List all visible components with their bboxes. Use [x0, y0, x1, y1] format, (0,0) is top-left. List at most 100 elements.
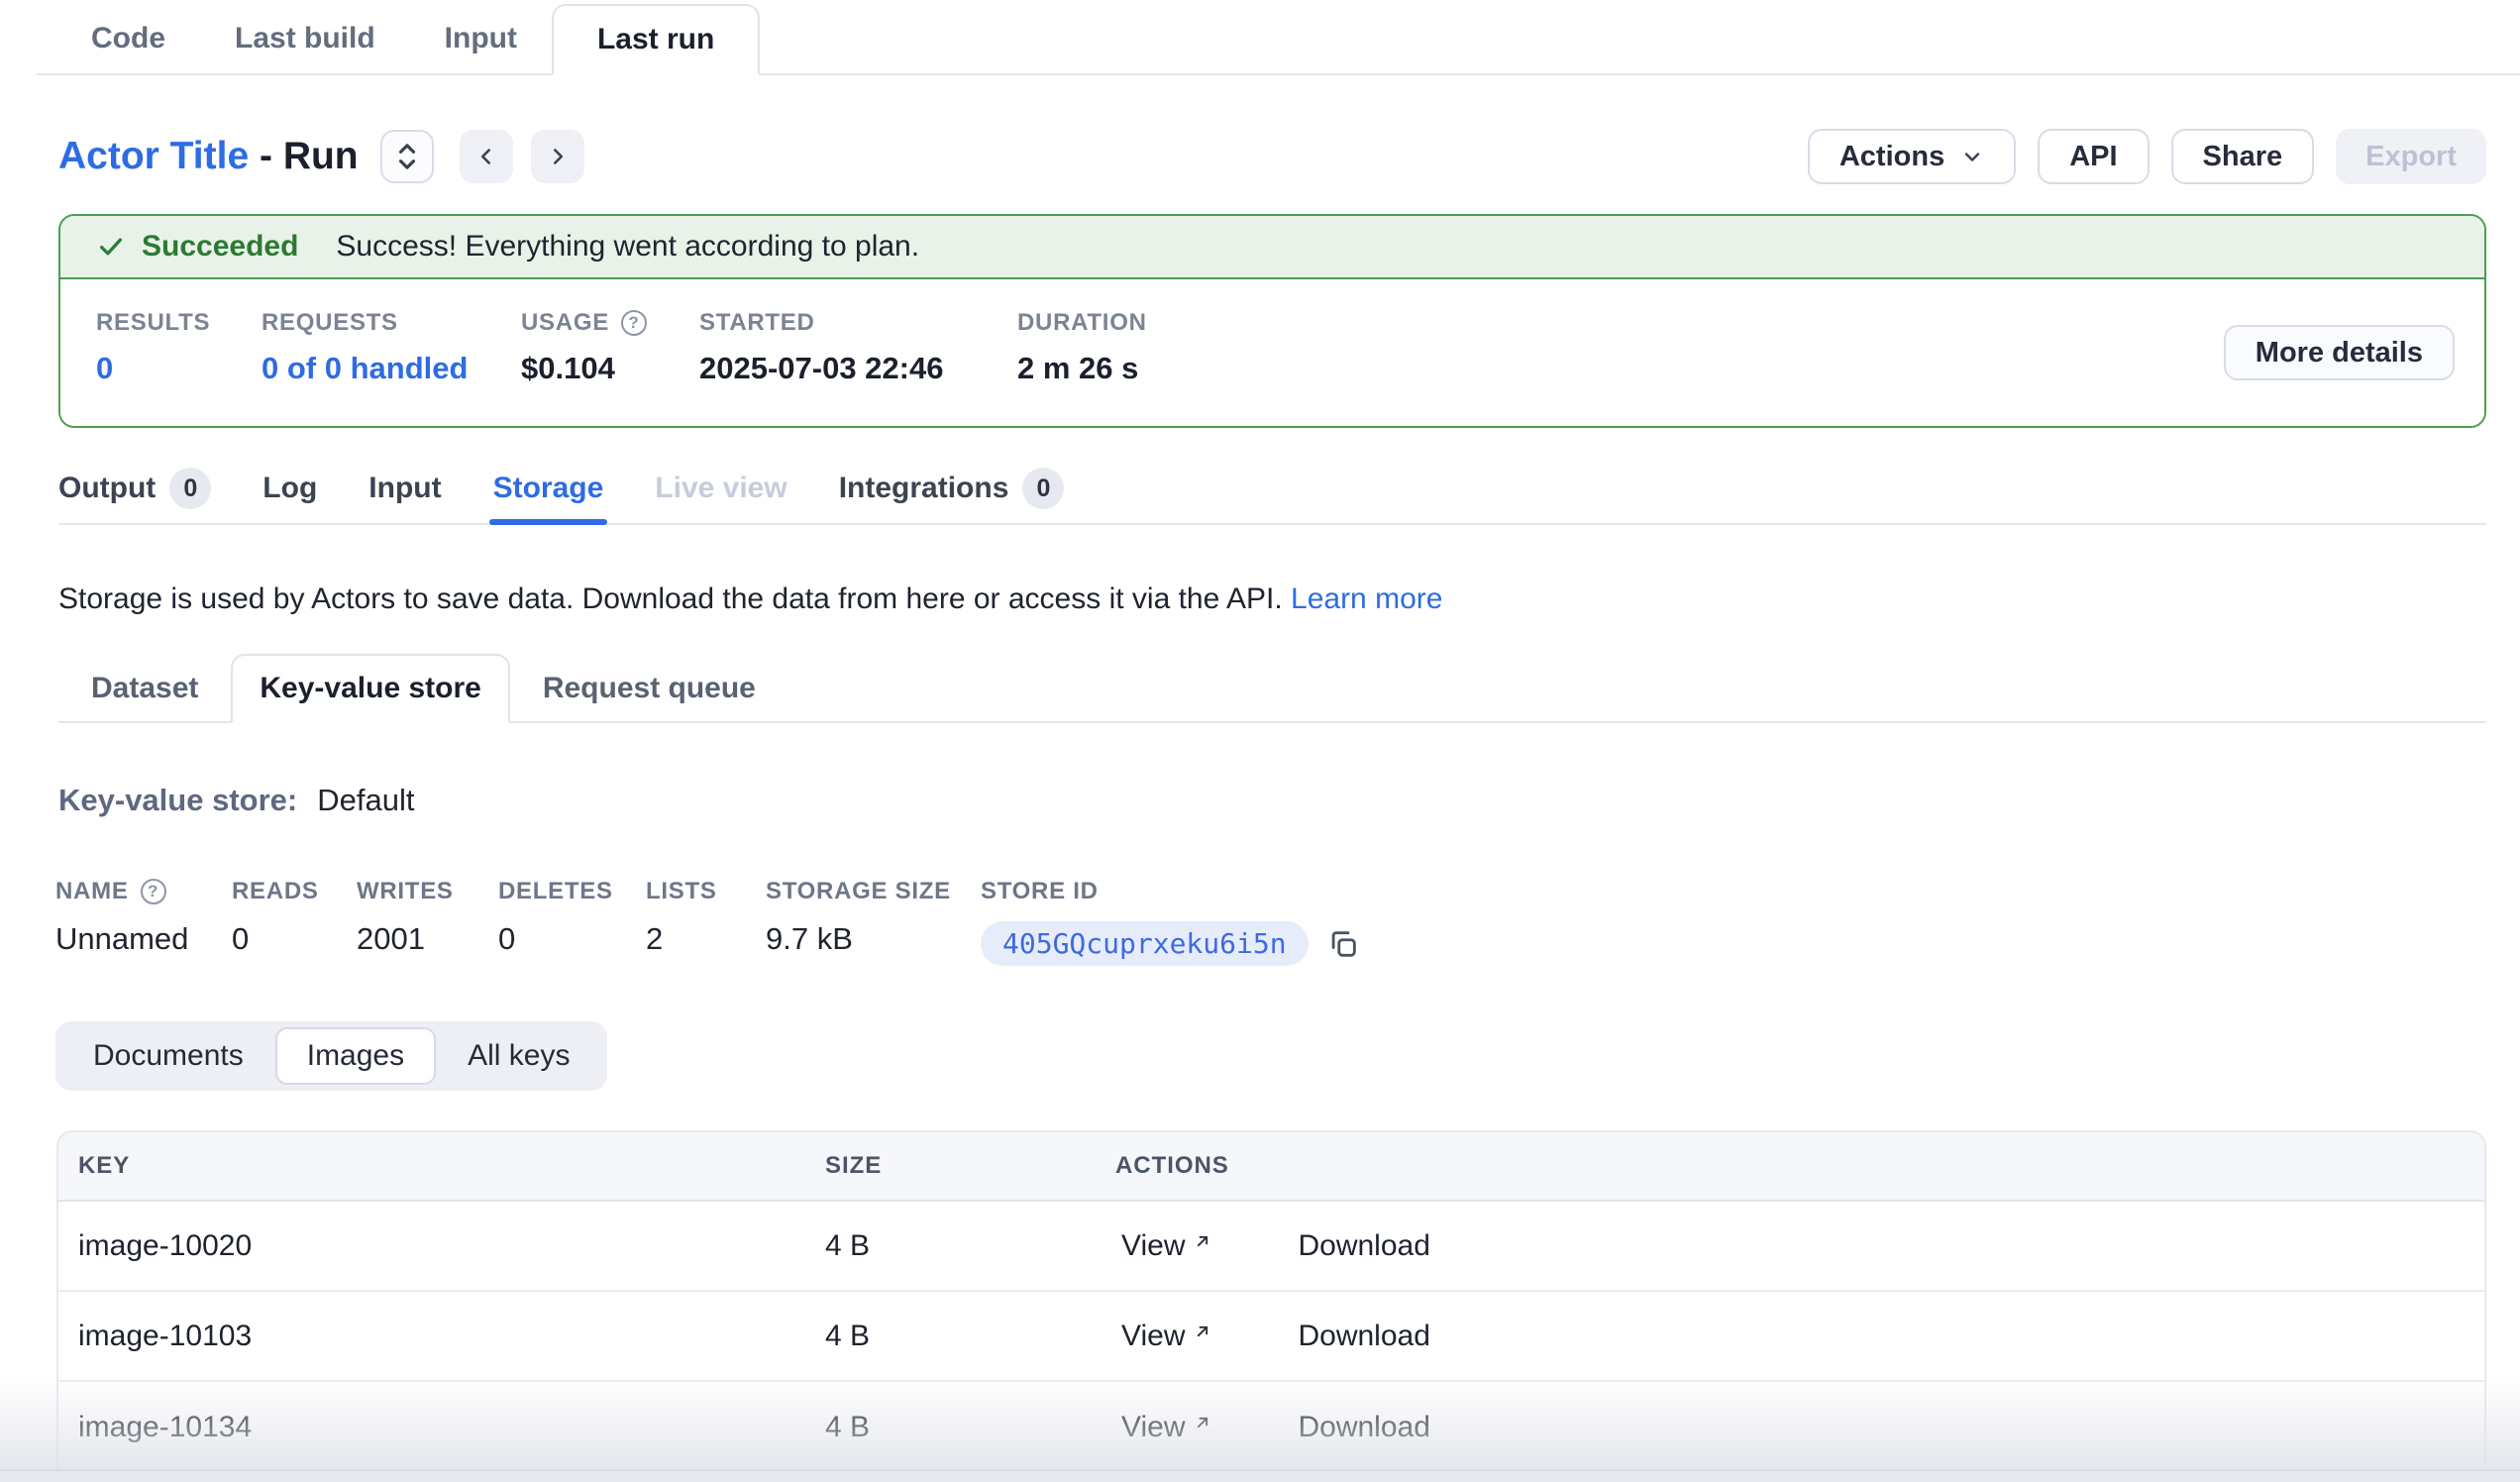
more-details-button[interactable]: More details	[2224, 325, 2455, 380]
row-key: image-10020	[58, 1229, 805, 1263]
stat-storage-size: STORAGE SIZE 9.7 kB	[766, 878, 981, 966]
filter-all-keys[interactable]: All keys	[436, 1027, 601, 1085]
prev-run-button[interactable]	[460, 130, 513, 183]
kv-store-label: Key-value store:	[58, 783, 297, 817]
chevron-right-icon	[545, 144, 571, 169]
stat-deletes-label: DELETES	[498, 878, 646, 905]
next-run-button[interactable]	[531, 130, 584, 183]
metric-usage-label: USAGE	[521, 309, 609, 337]
page-title: Actor Title - Run	[58, 135, 359, 178]
external-link-icon	[1193, 1411, 1212, 1432]
stat-lists-value: 2	[646, 921, 766, 957]
copy-icon	[1326, 927, 1360, 961]
metric-results-value[interactable]: 0	[96, 351, 262, 386]
storage-description: Storage is used by Actors to save data. …	[58, 582, 2486, 616]
metric-started-value: 2025-07-03 22:46	[699, 351, 1017, 386]
download-button[interactable]: Download	[1298, 1229, 1429, 1263]
run-tabbar: Output 0 Log Input Storage Live view Int…	[58, 454, 2486, 525]
stat-name-value: Unnamed	[55, 921, 232, 957]
metric-started: STARTED 2025-07-03 22:46	[699, 309, 1017, 392]
table-row: image-10134 4 B View Download	[58, 1382, 2484, 1472]
share-button[interactable]: Share	[2171, 129, 2315, 184]
chevron-left-icon	[473, 144, 499, 169]
row-actions: View Download	[1096, 1320, 2484, 1353]
metric-duration: DURATION 2 m 26 s	[1017, 309, 1147, 392]
usage-help-icon[interactable]: ?	[621, 310, 647, 336]
kv-table: KEY SIZE ACTIONS image-10020 4 B View Do…	[56, 1130, 2486, 1472]
run-tab-output[interactable]: Output 0	[58, 454, 211, 523]
status-banner: Succeeded Success! Everything went accor…	[60, 216, 2484, 279]
table-row: image-10103 4 B View Download	[58, 1292, 2484, 1382]
column-header-actions: ACTIONS	[1096, 1152, 2484, 1180]
export-button[interactable]: Export	[2336, 129, 2486, 184]
run-selector-button[interactable]	[380, 130, 434, 183]
actor-title-link[interactable]: Actor Title	[58, 135, 249, 177]
external-link-icon	[1193, 1320, 1212, 1341]
status-label: Succeeded	[96, 230, 298, 264]
stat-reads-label: READS	[232, 878, 357, 905]
store-id-pill[interactable]: 405GQcuprxeku6i5n	[981, 921, 1309, 966]
view-button-label: View	[1121, 1229, 1185, 1263]
run-status-card: Succeeded Success! Everything went accor…	[58, 214, 2486, 428]
stat-storage-size-label: STORAGE SIZE	[766, 878, 981, 905]
run-metrics: RESULTS 0 REQUESTS 0 of 0 handled USAGE …	[60, 279, 2484, 426]
storage-tab-request-queue[interactable]: Request queue	[510, 656, 788, 721]
view-button[interactable]: View	[1121, 1229, 1212, 1263]
build-tabbar: Code Last build Input Last run	[37, 0, 2520, 75]
storage-tabbar: Dataset Key-value store Request queue	[58, 652, 2486, 723]
run-tab-integrations[interactable]: Integrations 0	[839, 454, 1065, 523]
download-button[interactable]: Download	[1298, 1320, 1429, 1353]
output-count-badge: 0	[169, 468, 211, 509]
run-tab-storage[interactable]: Storage	[493, 454, 604, 523]
view-button[interactable]: View	[1121, 1411, 1212, 1444]
row-key: image-10103	[58, 1320, 805, 1353]
storage-tab-key-value-store[interactable]: Key-value store	[231, 654, 509, 723]
kv-store-name: Default	[317, 783, 414, 817]
run-tab-output-label: Output	[58, 472, 156, 505]
metric-requests: REQUESTS 0 of 0 handled	[262, 309, 521, 392]
stat-reads-value: 0	[232, 921, 357, 957]
metric-usage-value: $0.104	[521, 351, 699, 386]
chevron-up-down-icon	[394, 142, 420, 171]
row-size: 4 B	[805, 1320, 1096, 1353]
table-row: image-10020 4 B View Download	[58, 1202, 2484, 1292]
tab-input[interactable]: Input	[410, 4, 552, 73]
copy-store-id-button[interactable]	[1326, 927, 1360, 961]
metric-results: RESULTS 0	[96, 309, 262, 392]
storage-description-text: Storage is used by Actors to save data. …	[58, 582, 1283, 615]
tab-code[interactable]: Code	[56, 4, 200, 73]
metric-requests-value[interactable]: 0 of 0 handled	[262, 351, 521, 386]
status-text: Succeeded	[142, 230, 298, 264]
run-tab-log[interactable]: Log	[262, 454, 317, 523]
row-size: 4 B	[805, 1229, 1096, 1263]
tab-last-build[interactable]: Last build	[200, 4, 410, 73]
chevron-down-icon	[1960, 145, 1984, 168]
filter-images[interactable]: Images	[275, 1027, 436, 1085]
actions-button[interactable]: Actions	[1808, 129, 2016, 184]
filter-documents[interactable]: Documents	[61, 1027, 275, 1085]
column-header-size: SIZE	[805, 1152, 1096, 1180]
title-row: Actor Title - Run Actions API Share Expo…	[58, 117, 2486, 196]
integrations-count-badge: 0	[1022, 468, 1064, 509]
run-tab-live-view: Live view	[655, 454, 787, 523]
tab-last-run[interactable]: Last run	[552, 4, 760, 75]
view-button[interactable]: View	[1121, 1320, 1212, 1353]
name-help-icon[interactable]: ?	[141, 879, 166, 904]
run-tab-integrations-label: Integrations	[839, 472, 1009, 505]
stat-writes-label: WRITES	[357, 878, 498, 905]
stat-writes-value: 2001	[357, 921, 498, 957]
row-actions: View Download	[1096, 1411, 2484, 1444]
download-button[interactable]: Download	[1298, 1411, 1429, 1444]
stat-lists-label: LISTS	[646, 878, 766, 905]
api-button[interactable]: API	[2038, 129, 2149, 184]
metric-usage: USAGE ? $0.104	[521, 309, 699, 392]
storage-tab-dataset[interactable]: Dataset	[58, 656, 231, 721]
view-button-label: View	[1121, 1411, 1185, 1444]
stat-deletes: DELETES 0	[498, 878, 646, 966]
column-header-key: KEY	[58, 1152, 805, 1180]
learn-more-link[interactable]: Learn more	[1291, 582, 1442, 615]
stat-store-id: STORE ID 405GQcuprxeku6i5n	[981, 878, 1360, 966]
bottom-scroll-strip[interactable]	[0, 1469, 2520, 1482]
stat-name: NAME ? Unnamed	[55, 878, 232, 966]
run-tab-input[interactable]: Input	[368, 454, 441, 523]
